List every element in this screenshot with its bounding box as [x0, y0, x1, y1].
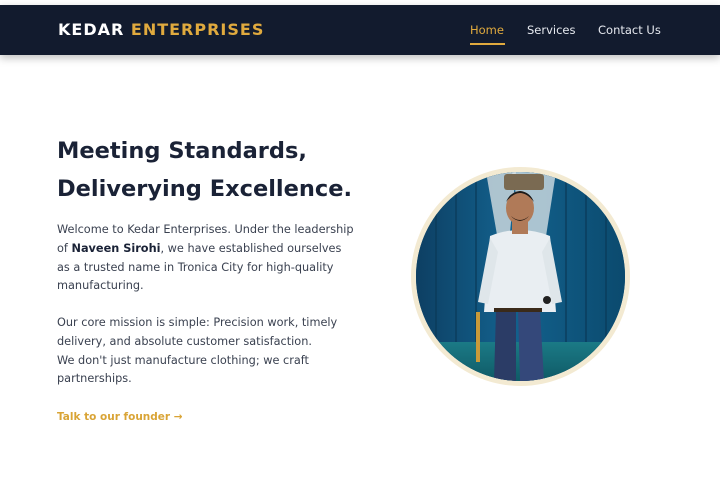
- brand-name-second: ENTERPRISES: [130, 20, 265, 39]
- founder-photo-frame: [411, 167, 630, 386]
- founder-photo: [416, 172, 625, 381]
- intro-paragraph: Welcome to Kedar Enterprises. Under the …: [57, 221, 357, 296]
- founder-portrait-illustration: [416, 172, 625, 381]
- navbar: KEDAR ENTERPRISES Home Services Contact …: [0, 5, 720, 55]
- nav-home-link[interactable]: Home: [470, 23, 504, 37]
- nav-active-underline: [470, 43, 505, 45]
- brand-logo[interactable]: KEDAR ENTERPRISES: [58, 20, 264, 39]
- hero-title: Meeting Standards, Deliverying Excellenc…: [57, 132, 377, 208]
- mission-text: Our core mission is simple: Precision wo…: [57, 316, 338, 348]
- brand-name-first: KEDAR: [58, 20, 125, 39]
- founder-name: Naveen Sirohi: [71, 241, 161, 255]
- hero-title-line2: Deliverying Excellence.: [57, 176, 353, 202]
- nav-contact-link[interactable]: Contact Us: [598, 23, 661, 37]
- mission-paragraph: Our core mission is simple: Precision wo…: [57, 314, 349, 389]
- talk-to-founder-link[interactable]: Talk to our founder →: [57, 411, 183, 423]
- mission-text-2: We don't just manufacture clothing; we c…: [57, 353, 309, 386]
- hero-title-line1: Meeting Standards,: [57, 138, 307, 164]
- nav-services-link[interactable]: Services: [527, 23, 576, 37]
